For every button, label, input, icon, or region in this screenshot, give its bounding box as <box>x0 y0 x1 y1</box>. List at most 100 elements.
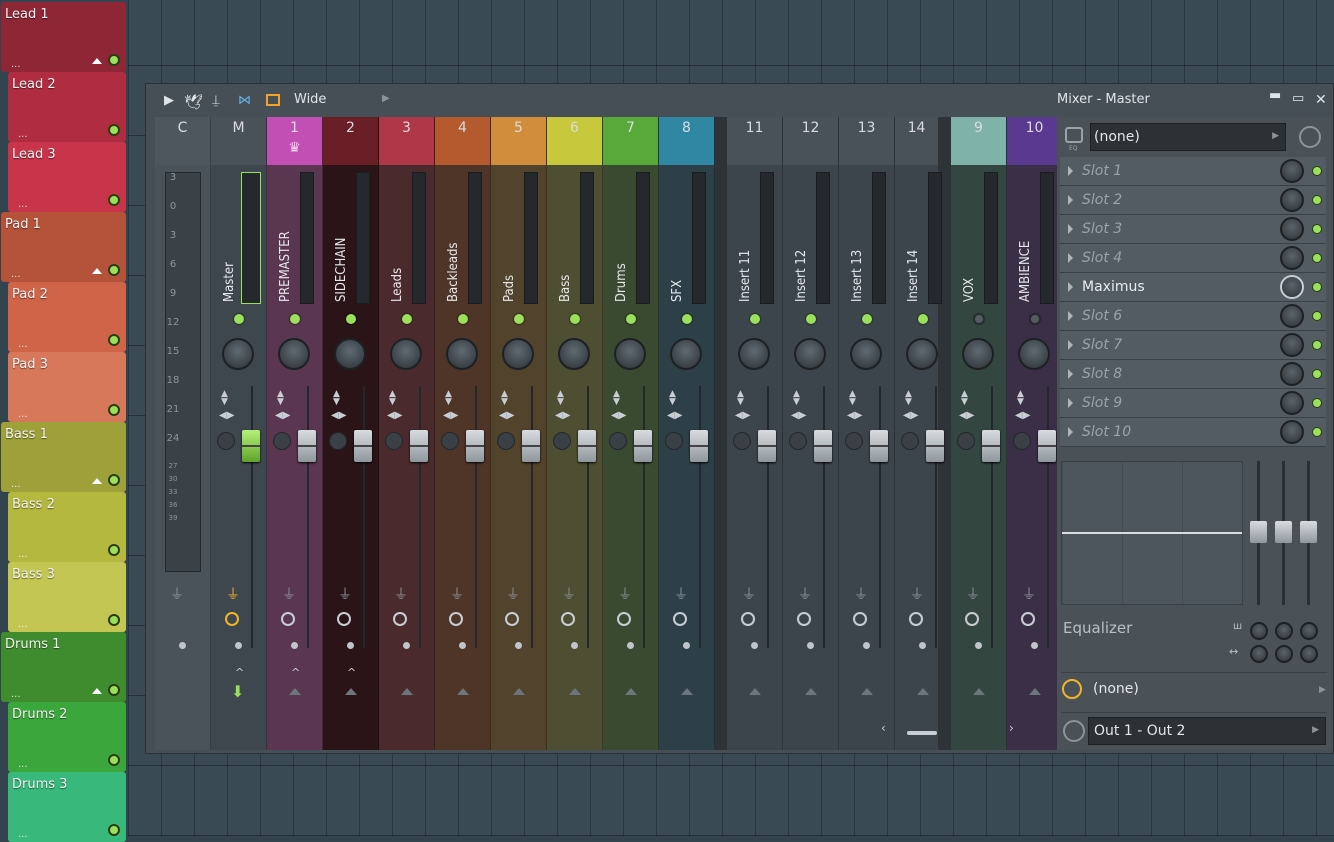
pan-knob[interactable] <box>222 338 254 370</box>
clock-icon[interactable] <box>1021 612 1035 626</box>
volume-fader[interactable] <box>242 430 260 462</box>
send-arrow-icon[interactable] <box>1029 688 1041 695</box>
track-active-led[interactable] <box>108 264 120 276</box>
clock-icon[interactable] <box>505 612 519 626</box>
effect-slot[interactable]: Slot 7 <box>1060 331 1326 360</box>
strip-enable-led[interactable] <box>570 314 580 324</box>
track-active-led[interactable] <box>108 754 120 766</box>
arm-record-dot[interactable] <box>403 642 410 649</box>
slot-expand-icon[interactable] <box>1068 369 1073 379</box>
strip-header[interactable]: M <box>211 117 266 165</box>
effect-slot[interactable]: Slot 8 <box>1060 360 1326 389</box>
collapse-arrow-icon[interactable] <box>92 58 102 64</box>
slot-enable-led[interactable] <box>1312 340 1322 350</box>
stereo-swap-icon[interactable]: ▲ ▼ <box>277 390 284 407</box>
pan-knob[interactable] <box>670 338 702 370</box>
plugin-latency-icon[interactable]: ⏚ <box>338 584 352 604</box>
eq-low-bw-knob[interactable] <box>1250 645 1268 663</box>
track-active-led[interactable] <box>108 194 120 206</box>
slot-enable-led[interactable] <box>1312 224 1322 234</box>
stereo-separation-icon[interactable]: ◀▶ <box>1015 410 1030 421</box>
slot-mix-knob[interactable] <box>1280 246 1304 270</box>
send-arrow-icon[interactable] <box>973 688 985 695</box>
eq-high-bw-knob[interactable] <box>1300 645 1318 663</box>
stereo-swap-icon[interactable]: ▲ ▼ <box>389 390 396 407</box>
send-arrow-icon[interactable] <box>457 688 469 695</box>
mixer-strip-14[interactable]: 14 Insert 14 ▲ ▼ ◀▶ ⏚ <box>895 117 944 750</box>
playlist-track[interactable]: Pad 1... <box>1 212 126 282</box>
pan-knob[interactable] <box>794 338 826 370</box>
stereo-separation-icon[interactable]: ◀▶ <box>275 410 290 421</box>
arm-record-dot[interactable] <box>627 642 634 649</box>
eq-high-freq-knob[interactable] <box>1300 622 1318 640</box>
strip-enable-led[interactable] <box>750 314 760 324</box>
slot-expand-icon[interactable] <box>1068 311 1073 321</box>
clock-icon[interactable] <box>853 612 867 626</box>
slot-mix-knob[interactable] <box>1280 275 1304 299</box>
track-active-led[interactable] <box>108 404 120 416</box>
clock-icon[interactable] <box>673 612 687 626</box>
pan-knob[interactable] <box>906 338 938 370</box>
slot-enable-led[interactable] <box>1312 195 1322 205</box>
eq-mid-bw-knob[interactable] <box>1275 645 1293 663</box>
plugin-latency-icon[interactable]: ⏚ <box>966 584 980 604</box>
strip-enable-led[interactable] <box>626 314 636 324</box>
stereo-swap-icon[interactable]: ▲ ▼ <box>849 390 856 407</box>
playlist-track[interactable]: Drums 3... <box>8 772 126 842</box>
volume-fader[interactable] <box>870 430 888 462</box>
slot-expand-icon[interactable] <box>1068 427 1073 437</box>
eq-mid-freq-knob[interactable] <box>1275 622 1293 640</box>
pan-knob[interactable] <box>738 338 770 370</box>
strip-header[interactable]: 5 <box>491 117 546 165</box>
playlist-track[interactable]: Lead 3... <box>8 142 126 212</box>
slot-enable-led[interactable] <box>1312 311 1322 321</box>
stereo-swap-icon[interactable]: ▲ ▼ <box>557 390 564 407</box>
strip-header[interactable]: 10 <box>1007 117 1062 165</box>
arm-record-dot[interactable] <box>863 642 870 649</box>
volume-fader[interactable] <box>466 430 484 462</box>
mixer-strip-C[interactable]: C ⏚ 3 0 3 6 9 12 15 18 21 24 27 30 33 36 39 <box>155 117 211 750</box>
plugin-latency-icon[interactable]: ⏚ <box>742 584 756 604</box>
plugin-latency-icon[interactable]: ⏚ <box>562 584 576 604</box>
view-mode-label[interactable]: Wide <box>294 92 326 107</box>
strip-header[interactable]: 3 <box>379 117 434 165</box>
volume-fader[interactable] <box>1038 430 1056 462</box>
pan-knob[interactable] <box>390 338 422 370</box>
strip-enable-led[interactable] <box>234 314 244 324</box>
arm-record-dot[interactable] <box>751 642 758 649</box>
pan-knob[interactable] <box>278 338 310 370</box>
slot-enable-led[interactable] <box>1312 253 1322 263</box>
stereo-swap-icon[interactable]: ▲ ▼ <box>961 390 968 407</box>
mixer-strip-6[interactable]: 6 Bass ▲ ▼ ◀▶ ⏚ <box>547 117 603 750</box>
scroll-left-icon[interactable]: ‹ <box>881 721 886 735</box>
route-button[interactable] <box>273 432 291 450</box>
stereo-swap-icon[interactable]: ▲ ▼ <box>333 390 340 407</box>
layout-icon[interactable] <box>266 94 280 106</box>
effect-slot[interactable]: Slot 9 <box>1060 389 1326 418</box>
playlist-track[interactable]: Drums 2... <box>8 702 126 772</box>
strip-header[interactable]: 12 <box>783 117 838 165</box>
send-arrow-icon[interactable] <box>749 688 761 695</box>
pan-knob[interactable] <box>446 338 478 370</box>
arm-record-dot[interactable] <box>179 642 186 649</box>
volume-fader[interactable] <box>578 430 596 462</box>
collapse-arrow-icon[interactable] <box>92 478 102 484</box>
route-button[interactable] <box>733 432 751 450</box>
clock-icon[interactable] <box>393 612 407 626</box>
effect-slot[interactable]: Slot 3 <box>1060 215 1326 244</box>
send-arrow-icon[interactable] <box>513 688 525 695</box>
slot-mix-knob[interactable] <box>1280 391 1304 415</box>
stereo-separation-icon[interactable]: ◀▶ <box>667 410 682 421</box>
clock-icon[interactable] <box>617 612 631 626</box>
slot-mix-knob[interactable] <box>1280 304 1304 328</box>
arm-record-dot[interactable] <box>1031 642 1038 649</box>
pan-knob[interactable] <box>334 338 366 370</box>
stereo-swap-icon[interactable]: ▲ ▼ <box>501 390 508 407</box>
mixer-scrollbar[interactable] <box>907 731 937 735</box>
send-arrow-icon[interactable] <box>681 688 693 695</box>
send-arrow-icon[interactable] <box>917 688 929 695</box>
route-button[interactable] <box>217 432 235 450</box>
playlist-track[interactable]: Drums 1... <box>1 632 126 702</box>
mixer-strip-5[interactable]: 5 Pads ▲ ▼ ◀▶ ⏚ <box>491 117 547 750</box>
strip-enable-led[interactable] <box>290 314 300 324</box>
